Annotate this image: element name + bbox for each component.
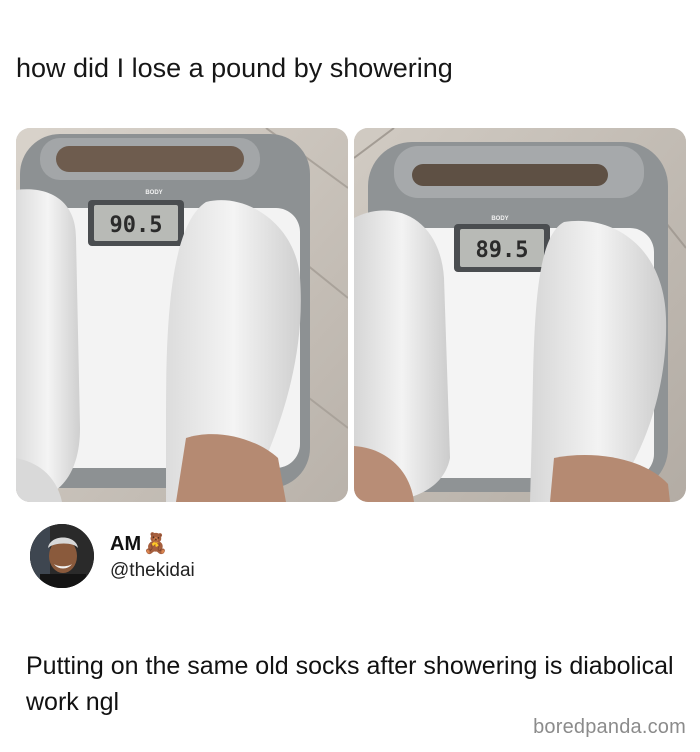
post-caption: how did I lose a pound by showering bbox=[16, 53, 453, 83]
watermark: boredpanda.com bbox=[533, 716, 686, 738]
user-handle[interactable]: @thekidai bbox=[110, 560, 195, 582]
teddy-bear-emoji: 🧸 bbox=[143, 533, 169, 555]
scale-brand-label: BODY bbox=[145, 190, 162, 196]
scale-photo-after-illustration: BODY 89.5 bbox=[354, 128, 686, 502]
display-name-text: AM bbox=[110, 533, 142, 555]
scale-photo-before-illustration: BODY 90.5 bbox=[16, 128, 348, 502]
avatar[interactable] bbox=[30, 524, 94, 588]
display-name[interactable]: AM 🧸 bbox=[110, 532, 168, 556]
scale-reading: 89.5 bbox=[476, 238, 529, 263]
scale-photo-before: BODY 90.5 bbox=[16, 128, 348, 502]
avatar-image bbox=[30, 524, 94, 588]
scale-photo-after: BODY 89.5 bbox=[354, 128, 686, 502]
scale-reading: 90.5 bbox=[110, 213, 163, 238]
scale-brand-label: BODY bbox=[491, 216, 508, 222]
reply-text: Putting on the same old socks after show… bbox=[26, 652, 674, 716]
